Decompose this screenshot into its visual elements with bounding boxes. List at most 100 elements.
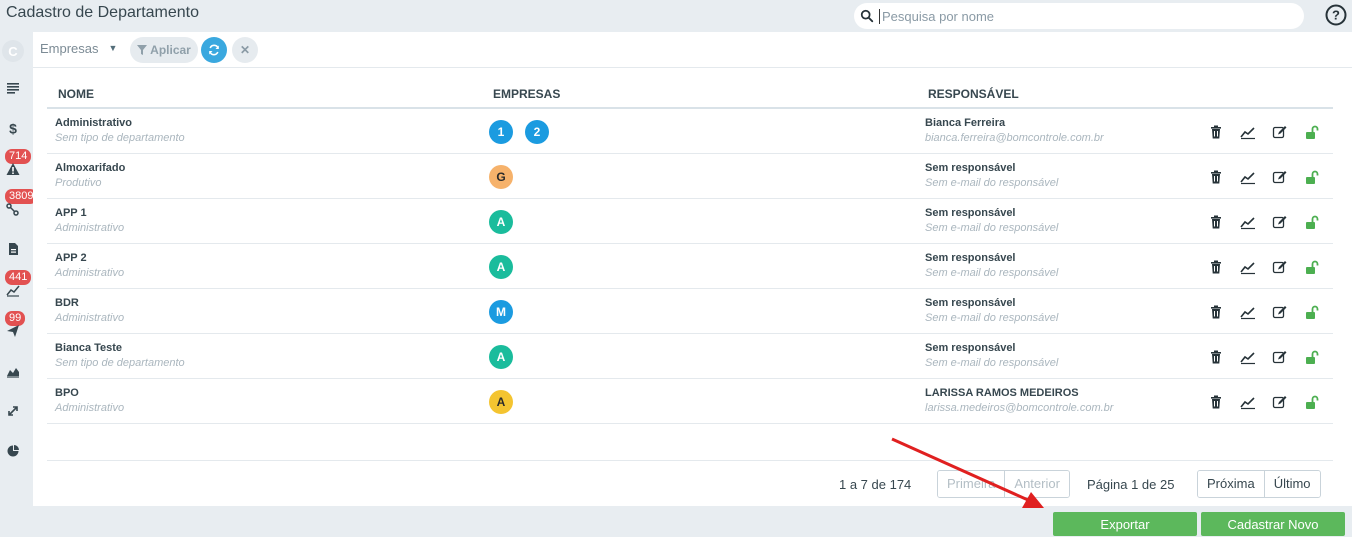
- responsible-name: Sem responsável: [925, 162, 1016, 174]
- delete-button[interactable]: [1200, 168, 1232, 186]
- department-name: APP 1: [55, 207, 87, 219]
- lock-toggle-button[interactable]: [1296, 303, 1328, 321]
- search-input[interactable]: [879, 8, 1279, 24]
- company-badge[interactable]: 2: [525, 120, 549, 144]
- help-icon[interactable]: ?: [1325, 4, 1347, 26]
- apply-button[interactable]: Aplicar: [130, 37, 198, 63]
- chart-button[interactable]: [1232, 303, 1264, 321]
- filter-bar: Empresas ▼ Aplicar ✕: [33, 32, 1352, 68]
- chart-button[interactable]: [1232, 348, 1264, 366]
- delete-button[interactable]: [1200, 258, 1232, 276]
- edit-button[interactable]: [1264, 303, 1296, 321]
- chart-button[interactable]: [1232, 258, 1264, 276]
- next-page-button[interactable]: Próxima: [1198, 471, 1264, 497]
- first-page-button[interactable]: Primeira: [938, 471, 1005, 497]
- line-chart-icon: [1240, 397, 1255, 410]
- edit-button[interactable]: [1264, 393, 1296, 411]
- lock-toggle-button[interactable]: [1296, 348, 1328, 366]
- unlock-icon: [1306, 350, 1319, 364]
- department-type: Sem tipo de departamento: [55, 132, 185, 144]
- edit-button[interactable]: [1264, 168, 1296, 186]
- sidebar-item-area-chart[interactable]: [3, 361, 23, 381]
- chart-button[interactable]: [1232, 393, 1264, 411]
- empresas-dropdown[interactable]: Empresas ▼: [40, 41, 117, 56]
- delete-button[interactable]: [1200, 303, 1232, 321]
- app-logo[interactable]: C: [2, 40, 24, 62]
- trash-icon: [1211, 260, 1221, 274]
- chart-button[interactable]: [1232, 123, 1264, 141]
- create-new-button[interactable]: Cadastrar Novo: [1201, 512, 1345, 536]
- responsible-name: LARISSA RAMOS MEDEIROS: [925, 387, 1079, 399]
- company-badge[interactable]: 1: [489, 120, 513, 144]
- sidebar-item-expand[interactable]: [3, 401, 23, 421]
- column-header-responsavel[interactable]: RESPONSÁVEL: [928, 87, 1019, 101]
- company-badge[interactable]: G: [489, 165, 513, 189]
- sidebar-item-integrations[interactable]: [3, 199, 23, 219]
- department-type: Produtivo: [55, 177, 102, 189]
- chart-button[interactable]: [1232, 213, 1264, 231]
- paper-plane-icon: [7, 325, 19, 337]
- table-row[interactable]: Almoxarifado Produtivo G Sem responsável…: [47, 154, 1333, 199]
- row-actions: [1200, 348, 1328, 366]
- edit-button[interactable]: [1264, 123, 1296, 141]
- sidebar-item-pie[interactable]: [3, 441, 23, 461]
- company-badge[interactable]: A: [489, 255, 513, 279]
- search-box[interactable]: [854, 3, 1304, 29]
- table-row[interactable]: BPO Administrativo A LARISSA RAMOS MEDEI…: [47, 379, 1333, 424]
- edit-icon: [1272, 126, 1287, 139]
- table-row[interactable]: APP 2 Administrativo A Sem responsável S…: [47, 244, 1333, 289]
- sidebar-item-send[interactable]: [3, 321, 23, 341]
- main-panel: Empresas ▼ Aplicar ✕ NOME EMPRESAS RESPON…: [33, 32, 1352, 506]
- trash-icon: [1211, 350, 1221, 364]
- company-badge[interactable]: M: [489, 300, 513, 324]
- table-row[interactable]: Administrativo Sem tipo de departamento …: [47, 109, 1333, 154]
- edit-button[interactable]: [1264, 258, 1296, 276]
- clear-filter-button[interactable]: ✕: [232, 37, 258, 63]
- sidebar-item-menu[interactable]: [3, 78, 23, 98]
- lock-toggle-button[interactable]: [1296, 393, 1328, 411]
- close-icon: ✕: [239, 43, 251, 57]
- delete-button[interactable]: [1200, 348, 1232, 366]
- lock-toggle-button[interactable]: [1296, 213, 1328, 231]
- lock-toggle-button[interactable]: [1296, 168, 1328, 186]
- edit-button[interactable]: [1264, 348, 1296, 366]
- line-chart-icon: [1240, 307, 1255, 320]
- company-badge[interactable]: A: [489, 210, 513, 234]
- table-row[interactable]: Bianca Teste Sem tipo de departamento A …: [47, 334, 1333, 379]
- row-actions: [1200, 258, 1328, 276]
- delete-button[interactable]: [1200, 213, 1232, 231]
- line-chart-icon: [1240, 217, 1255, 230]
- column-header-nome[interactable]: NOME: [58, 87, 94, 101]
- edit-button[interactable]: [1264, 213, 1296, 231]
- unlock-icon: [1306, 215, 1319, 229]
- lock-toggle-button[interactable]: [1296, 258, 1328, 276]
- prev-page-button[interactable]: Anterior: [1004, 471, 1069, 497]
- header: Cadastro de Departamento ?: [0, 0, 1352, 32]
- edit-icon: [1272, 351, 1287, 364]
- area-chart-icon: [7, 368, 19, 378]
- table-body: Administrativo Sem tipo de departamento …: [47, 109, 1333, 424]
- refresh-button[interactable]: [201, 37, 227, 63]
- list-icon: [7, 83, 19, 94]
- row-actions: [1200, 213, 1328, 231]
- delete-button[interactable]: [1200, 123, 1232, 141]
- table-row[interactable]: APP 1 Administrativo A Sem responsável S…: [47, 199, 1333, 244]
- table-row[interactable]: BDR Administrativo M Sem responsável Sem…: [47, 289, 1333, 334]
- responsible-email: Sem e-mail do responsável: [925, 357, 1059, 369]
- column-header-empresas[interactable]: EMPRESAS: [493, 87, 560, 101]
- sidebar-item-documents[interactable]: [3, 239, 23, 259]
- sidebar-item-reports[interactable]: [3, 280, 23, 300]
- unlock-icon: [1306, 125, 1319, 139]
- unlock-icon: [1306, 260, 1319, 274]
- expand-icon: [8, 406, 18, 416]
- company-badge[interactable]: A: [489, 345, 513, 369]
- sidebar-item-alerts[interactable]: [3, 159, 23, 179]
- chart-button[interactable]: [1232, 168, 1264, 186]
- export-button[interactable]: Exportar: [1053, 512, 1197, 536]
- sidebar-item-finance[interactable]: $: [3, 118, 23, 138]
- delete-button[interactable]: [1200, 393, 1232, 411]
- last-page-button[interactable]: Último: [1263, 471, 1320, 497]
- warning-icon: [6, 163, 20, 175]
- lock-toggle-button[interactable]: [1296, 123, 1328, 141]
- company-badge[interactable]: A: [489, 390, 513, 414]
